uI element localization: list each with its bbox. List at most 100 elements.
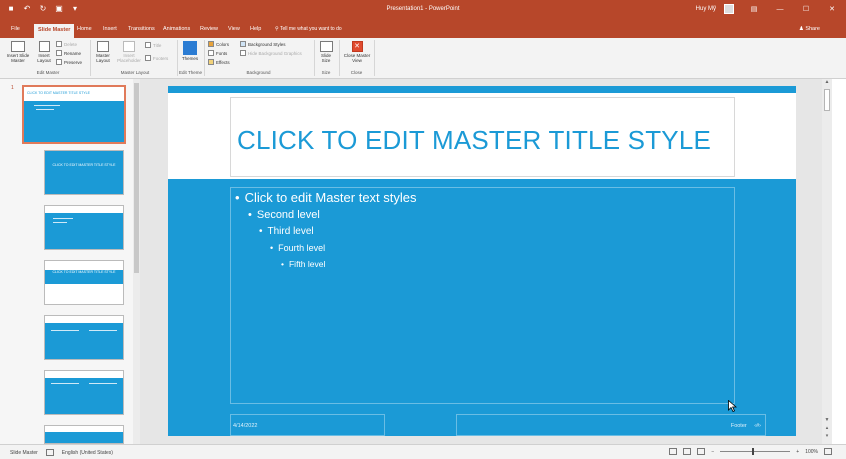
scroll-up-icon[interactable]: ▲ — [822, 79, 832, 85]
reading-view-icon[interactable] — [697, 448, 706, 455]
ribbon-tabs: File Slide Master Home Insert Transition… — [0, 22, 846, 38]
ribbon-separator — [204, 40, 205, 76]
minimize-icon[interactable]: — — [774, 6, 786, 13]
insert-slide-master-label: Insert Slide Master — [6, 53, 30, 63]
language-label[interactable]: English (United States) — [62, 450, 113, 456]
bullet-icon: • — [259, 226, 263, 237]
group-edit-theme: Edit Theme — [179, 70, 202, 75]
zoom-slider[interactable] — [720, 448, 791, 455]
thumbnail-scroll-thumb[interactable] — [134, 83, 139, 273]
close-master-view-label: Close Master View — [343, 53, 371, 63]
thumbnail-line — [36, 109, 54, 110]
thumbnail-layout-title-only[interactable] — [44, 425, 124, 444]
restore-ribbon-icon[interactable]: ▤ — [748, 5, 760, 13]
thumbnail-layout-two-content[interactable] — [44, 315, 124, 360]
thumbnail-scrollbar[interactable] — [133, 79, 140, 444]
fonts-button[interactable]: Fonts — [208, 50, 227, 56]
tab-home[interactable]: Home — [74, 25, 95, 33]
effects-button[interactable]: Effects — [208, 59, 230, 65]
avatar[interactable] — [724, 4, 734, 14]
date-placeholder[interactable]: 4/14/2022 — [230, 414, 385, 436]
fonts-label: Fonts — [216, 50, 228, 56]
rename-button[interactable]: Rename — [56, 50, 81, 56]
tab-review[interactable]: Review — [197, 25, 221, 33]
slide-sorter-icon[interactable] — [683, 448, 692, 455]
content-placeholder[interactable]: • Click to edit Master text styles • Secon… — [230, 187, 735, 404]
hide-background-graphics-checkbox[interactable]: Hide Background Graphics — [240, 50, 302, 56]
mouse-pointer-icon — [728, 400, 737, 412]
tell-me-label: Tell me what you want to do — [279, 26, 342, 32]
title-check-icon — [145, 42, 151, 48]
thumbnail-title-strip — [45, 426, 123, 432]
normal-view-icon[interactable] — [669, 448, 678, 455]
zoom-slider-knob[interactable] — [752, 448, 755, 455]
slide-number-text: ‹#› — [754, 423, 761, 429]
fit-to-window-icon[interactable] — [824, 448, 832, 455]
slide-size-button[interactable]: Slide Size — [317, 41, 335, 63]
layout-icon — [38, 41, 50, 52]
zoom-level[interactable]: 100% — [805, 449, 818, 455]
tab-slide-master[interactable]: Slide Master — [34, 24, 75, 38]
insert-slide-master-button[interactable]: Insert Slide Master — [6, 41, 30, 63]
colors-icon — [208, 41, 214, 47]
rename-label: Rename — [64, 50, 82, 56]
insert-layout-button[interactable]: Insert Layout — [34, 41, 54, 63]
thumbnail-layout-title[interactable]: CLICK TO EDIT MASTER TITLE STYLE — [44, 150, 124, 195]
colors-button[interactable]: Colors — [208, 41, 229, 47]
view-label: Slide Master — [10, 449, 38, 456]
tab-transitions[interactable]: Transitions — [125, 25, 158, 33]
title-checkbox[interactable]: Title — [145, 42, 161, 48]
main-scrollbar[interactable]: ▲ ▼ ▴ ▾ — [822, 79, 832, 444]
thumbnail-line — [51, 383, 79, 384]
footers-check-icon — [145, 55, 151, 61]
thumbnail-line — [89, 383, 117, 384]
preserve-button[interactable]: Preserve — [56, 59, 82, 65]
delete-button[interactable]: Delete — [56, 41, 77, 47]
master-slide[interactable]: CLICK TO EDIT MASTER TITLE STYLE • Click … — [168, 86, 796, 436]
group-edit-master: Edit Master — [36, 70, 60, 75]
share-button[interactable]: ♟ Share — [799, 26, 820, 32]
group-close: Close — [350, 70, 363, 75]
tab-help[interactable]: Help — [247, 25, 264, 33]
thumbnail-title-strip — [45, 371, 123, 378]
tab-file[interactable]: File — [8, 25, 23, 33]
thumbnail-layout-section[interactable]: CLICK TO EDIT MASTER TITLE STYLE — [44, 260, 124, 305]
close-icon[interactable]: ✕ — [826, 5, 838, 13]
master-layout-button[interactable]: Master Layout — [93, 41, 113, 63]
background-styles-button[interactable]: Background Styles — [240, 41, 286, 47]
thumbnail-layout-content[interactable] — [44, 205, 124, 250]
tab-animations[interactable]: Animations — [160, 25, 193, 33]
zoom-in-icon[interactable]: + — [796, 449, 799, 455]
thumbnail-layout-comparison[interactable] — [44, 370, 124, 415]
spelling-icon[interactable] — [45, 449, 54, 456]
close-master-view-button[interactable]: ✕ Close Master View — [342, 41, 372, 63]
maximize-icon[interactable]: ☐ — [800, 5, 812, 13]
footer-placeholder[interactable]: Footer ‹#› — [456, 414, 766, 436]
tell-me-search[interactable]: ⚲ Tell me what you want to do — [275, 26, 342, 32]
placeholder-icon — [123, 41, 135, 52]
effects-icon — [208, 59, 214, 65]
thumbnail-slide-master[interactable]: CLICK TO EDIT MASTER TITLE STYLE — [22, 85, 126, 144]
thumbnail-line — [53, 218, 73, 219]
themes-button[interactable]: Themes — [180, 41, 200, 61]
thumbnail-line — [53, 222, 67, 223]
footers-checkbox[interactable]: Footers — [145, 55, 168, 61]
colors-label: Colors — [216, 41, 230, 47]
previous-slide-icon[interactable]: ▴ — [822, 425, 832, 431]
insert-placeholder-button[interactable]: Insert Placeholder — [116, 41, 142, 63]
user-name[interactable]: Huy Mỹ — [696, 6, 716, 12]
tab-insert[interactable]: Insert — [100, 25, 120, 33]
scroll-down-icon[interactable]: ▼ — [822, 417, 832, 423]
thumbnail-line — [89, 330, 117, 331]
title-placeholder[interactable]: CLICK TO EDIT MASTER TITLE STYLE — [230, 97, 735, 177]
thumbnail-line — [51, 330, 79, 331]
footers-label: Footers — [153, 55, 169, 61]
tab-view[interactable]: View — [225, 25, 243, 33]
effects-label: Effects — [216, 59, 230, 65]
level-4-text: Fourth level — [278, 243, 326, 253]
zoom-out-icon[interactable]: − — [711, 449, 714, 455]
group-size: Size — [321, 70, 331, 75]
ribbon: Insert Slide Master Insert Layout Delete… — [0, 38, 846, 79]
next-slide-icon[interactable]: ▾ — [822, 433, 832, 439]
main-scroll-thumb[interactable] — [824, 89, 830, 111]
